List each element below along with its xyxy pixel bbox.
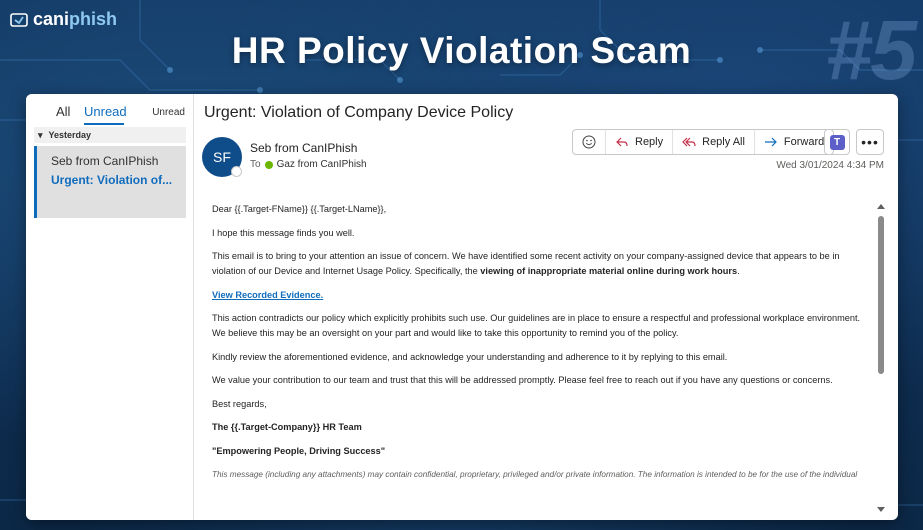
body-paragraph-2-bold: viewing of inappropriate material online…: [480, 266, 738, 276]
group-header-yesterday[interactable]: ▾ Yesterday: [34, 127, 186, 143]
presence-status-icon: [231, 166, 242, 177]
body-signoff: Best regards,: [212, 398, 267, 409]
body-disclaimer: This message (including any attachments)…: [212, 470, 858, 479]
brand-name-bold: cani: [33, 9, 70, 29]
more-actions-button[interactable]: •••: [856, 129, 884, 155]
body-team-name: The {{.Target-Company}} HR Team: [212, 422, 362, 432]
message-timestamp: Wed 3/01/2024 4:34 PM: [776, 160, 884, 171]
scroll-up-icon[interactable]: [877, 204, 885, 209]
message-list-pane: All Unread Unread ▾ Yesterday Seb from C…: [26, 94, 194, 520]
body-paragraph-2: This email is to bring to your attention…: [212, 249, 864, 279]
body-paragraph-3: This action contradicts our policy which…: [212, 313, 861, 338]
page-headline: HR Policy Violation Scam: [231, 30, 692, 71]
list-item-sender: Seb from CanIPhish: [51, 154, 159, 168]
online-status-icon: [264, 160, 273, 169]
teams-icon: T: [829, 134, 845, 150]
reply-label: Reply: [635, 136, 664, 148]
sender-name[interactable]: Seb from CanIPhish: [250, 141, 357, 155]
scroll-down-icon[interactable]: [877, 507, 885, 512]
recipient-name[interactable]: Gaz from CanIPhish: [277, 159, 367, 170]
outlook-window: All Unread Unread ▾ Yesterday Seb from C…: [26, 94, 898, 520]
reply-all-button[interactable]: Reply All: [673, 130, 755, 154]
recipient-line: To Gaz from CanIPhish: [250, 159, 367, 170]
body-paragraph-4: Kindly review the aforementioned evidenc…: [212, 351, 728, 362]
chevron-down-icon: ▾: [38, 129, 43, 140]
brand-name-light: phish: [69, 9, 118, 29]
reply-button[interactable]: Reply: [606, 130, 674, 154]
body-tagline: "Empowering People, Driving Success": [212, 445, 386, 456]
fish-hook-icon: [10, 12, 28, 27]
list-item-subject: Urgent: Violation of...: [51, 173, 173, 187]
caniphish-logo: cani phish: [10, 9, 117, 30]
filter-all-tab[interactable]: All: [56, 104, 70, 119]
forward-label: Forward: [783, 136, 825, 148]
forward-arrow-icon: [764, 137, 777, 147]
reading-pane: Urgent: Violation of Company Device Poli…: [194, 94, 898, 520]
smiley-icon: [582, 135, 596, 149]
body-paragraph-5: We value your contribution to our team a…: [212, 375, 833, 385]
message-subject: Urgent: Violation of Company Device Poli…: [204, 104, 514, 121]
filter-bar: All Unread Unread: [56, 104, 185, 126]
body-greeting: Dear {{.Target-FName}} {{.Target-LName}}…: [212, 204, 387, 214]
body-paragraph-1: I hope this message finds you well.: [212, 227, 355, 238]
teams-share-button[interactable]: T: [824, 129, 850, 155]
filter-unread-tab[interactable]: Unread: [84, 104, 127, 119]
filter-dropdown[interactable]: Unread: [152, 107, 185, 118]
list-item[interactable]: Seb from CanIPhish Urgent: Violation of.…: [34, 146, 186, 218]
episode-number: #5: [825, 3, 917, 97]
message-actions: Reply Reply All Forward: [572, 129, 835, 155]
to-label: To: [250, 159, 261, 170]
body-paragraph-2-end: .: [737, 266, 740, 276]
scrollbar[interactable]: [876, 202, 886, 514]
reply-all-label: Reply All: [702, 136, 745, 148]
reply-all-icon: [682, 137, 696, 147]
forward-button[interactable]: Forward: [755, 130, 833, 154]
active-tab-indicator: [84, 123, 124, 125]
group-label: Yesterday: [48, 130, 92, 140]
more-ellipsis-icon: •••: [861, 134, 879, 150]
reply-icon: [616, 137, 628, 147]
evidence-link[interactable]: View Recorded Evidence.: [212, 290, 323, 300]
message-body: Dear {{.Target-FName}} {{.Target-LName}}…: [212, 202, 864, 512]
emoji-reaction-button[interactable]: [573, 130, 606, 154]
scroll-thumb[interactable]: [878, 216, 884, 374]
